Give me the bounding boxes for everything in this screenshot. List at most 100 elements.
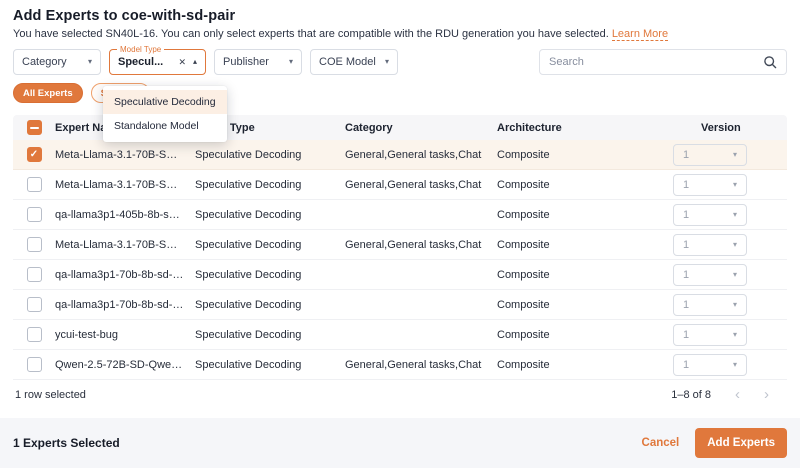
- menu-item[interactable]: Standalone Model: [103, 114, 227, 138]
- page-title: Add Experts to coe-with-sd-pair: [13, 8, 787, 24]
- row-checkbox[interactable]: ✓: [27, 297, 42, 312]
- model-type-cell: Speculative Decoding: [195, 269, 345, 281]
- subtitle: You have selected SN40L-16. You can only…: [13, 28, 787, 41]
- chevron-down-icon: ▾: [733, 211, 737, 219]
- expert-name-cell: qa-llama3p1-405b-8b-sd-tp16: [55, 209, 195, 221]
- search-box[interactable]: [539, 49, 787, 75]
- publisher-filter[interactable]: Publisher ▾: [214, 49, 302, 75]
- chevron-down-icon: ▾: [733, 151, 737, 159]
- version-select[interactable]: 1 ▾: [673, 324, 747, 346]
- next-page-button[interactable]: ›: [764, 387, 769, 402]
- category-cell: General,General tasks,Chat: [345, 239, 497, 251]
- version-value: 1: [683, 329, 689, 341]
- model-type-filter-value: Specul...: [118, 56, 163, 68]
- row-checkbox[interactable]: ✓: [27, 177, 42, 192]
- row-checkbox[interactable]: ✓: [27, 327, 42, 342]
- architecture-cell: Composite: [497, 209, 673, 221]
- category-cell: General,General tasks,Chat: [345, 359, 497, 371]
- model-type-cell: Speculative Decoding: [195, 299, 345, 311]
- version-value: 1: [683, 269, 689, 281]
- model-type-cell: Speculative Decoding: [195, 329, 345, 341]
- architecture-cell: Composite: [497, 179, 673, 191]
- coe-model-filter-label: COE Model: [319, 56, 376, 68]
- architecture-cell: Composite: [497, 269, 673, 281]
- model-type-cell: Speculative Decoding: [195, 179, 345, 191]
- version-select[interactable]: 1 ▾: [673, 264, 747, 286]
- model-type-filter[interactable]: Model Type Specul... ✕ ▴: [109, 49, 206, 75]
- chevron-down-icon: ▾: [289, 58, 293, 66]
- version-select[interactable]: 1 ▾: [673, 144, 747, 166]
- menu-item[interactable]: Speculative Decoding: [103, 90, 227, 114]
- pagination-range: 1–8 of 8: [671, 389, 711, 401]
- expert-name-cell: qa-llama3p1-70b-8b-sd-tp16: [55, 299, 195, 311]
- column-header-version: Version: [673, 122, 787, 134]
- clear-icon[interactable]: ✕: [178, 58, 186, 67]
- table-row[interactable]: ✓ Meta-Llama-3.1-70B-SD-Llama-... Specul…: [13, 140, 787, 170]
- category-filter[interactable]: Category ▾: [13, 49, 101, 75]
- expert-name-cell: Qwen-2.5-72B-SD-Qwen-2.5-0.5B: [55, 359, 195, 371]
- row-checkbox[interactable]: ✓: [27, 267, 42, 282]
- filter-bar: Category ▾ Model Type Specul... ✕ ▴ Publ…: [13, 49, 787, 75]
- row-checkbox[interactable]: ✓: [27, 237, 42, 252]
- architecture-cell: Composite: [497, 299, 673, 311]
- version-value: 1: [683, 209, 689, 221]
- version-value: 1: [683, 299, 689, 311]
- version-select[interactable]: 1 ▾: [673, 204, 747, 226]
- learn-more-link[interactable]: Learn More: [612, 28, 668, 41]
- table-row[interactable]: ✓ Meta-Llama-3.1-70B-SD-Llama-... Specul…: [13, 170, 787, 200]
- model-type-cell: Speculative Decoding: [195, 239, 345, 251]
- table-body: ✓ Meta-Llama-3.1-70B-SD-Llama-... Specul…: [13, 140, 787, 380]
- table-row[interactable]: ✓ qa-llama3p1-70b-8b-sd-tp16 Speculative…: [13, 290, 787, 320]
- expert-name-cell: Meta-Llama-3.1-70B-SD-Llama-...: [55, 179, 195, 191]
- select-all-checkbox[interactable]: [27, 120, 42, 135]
- table-row[interactable]: ✓ ycui-test-bug Speculative Decoding Com…: [13, 320, 787, 350]
- add-experts-button[interactable]: Add Experts: [695, 428, 787, 458]
- table-footer: 1 row selected 1–8 of 8 ‹ ›: [13, 380, 787, 409]
- table-row[interactable]: ✓ qa-llama3p1-70b-8b-sd-tp8 Speculative …: [13, 260, 787, 290]
- table-row[interactable]: ✓ Meta-Llama-3.1-70B-SD-Llama-... Specul…: [13, 230, 787, 260]
- coe-model-filter[interactable]: COE Model ▾: [310, 49, 398, 75]
- category-cell: General,General tasks,Chat: [345, 149, 497, 161]
- check-icon: ✓: [30, 150, 38, 160]
- row-checkbox[interactable]: ✓: [27, 207, 42, 222]
- expert-name-cell: qa-llama3p1-70b-8b-sd-tp8: [55, 269, 195, 281]
- chevron-down-icon: ▾: [385, 58, 389, 66]
- architecture-cell: Composite: [497, 359, 673, 371]
- prev-page-button[interactable]: ‹: [735, 387, 740, 402]
- chevron-down-icon: ▾: [733, 241, 737, 249]
- version-select[interactable]: 1 ▾: [673, 234, 747, 256]
- row-checkbox[interactable]: ✓: [27, 147, 42, 162]
- model-type-cell: Speculative Decoding: [195, 209, 345, 221]
- subtitle-text: You have selected SN40L-16. You can only…: [13, 28, 609, 40]
- expert-name-cell: ycui-test-bug: [55, 329, 195, 341]
- search-icon: [763, 55, 777, 69]
- version-select[interactable]: 1 ▾: [673, 174, 747, 196]
- table-row[interactable]: ✓ qa-llama3p1-405b-8b-sd-tp16 Speculativ…: [13, 200, 787, 230]
- action-bar: 1 Experts Selected Cancel Add Experts: [0, 418, 800, 468]
- tab-all-experts[interactable]: All Experts: [13, 83, 83, 103]
- experts-table: Expert Name Model Type Category Architec…: [13, 115, 787, 409]
- chevron-down-icon: ▾: [733, 331, 737, 339]
- publisher-filter-label: Publisher: [223, 56, 269, 68]
- version-select[interactable]: 1 ▾: [673, 294, 747, 316]
- model-type-cell: Speculative Decoding: [195, 359, 345, 371]
- cancel-button[interactable]: Cancel: [642, 437, 680, 449]
- table-row[interactable]: ✓ Qwen-2.5-72B-SD-Qwen-2.5-0.5B Speculat…: [13, 350, 787, 380]
- model-type-menu: Speculative DecodingStandalone Model: [103, 86, 227, 142]
- expert-name-cell: Meta-Llama-3.1-70B-SD-Llama-...: [55, 149, 195, 161]
- chevron-up-icon[interactable]: ▴: [193, 58, 197, 66]
- row-checkbox[interactable]: ✓: [27, 357, 42, 372]
- add-experts-page: Add Experts to coe-with-sd-pair You have…: [0, 8, 800, 409]
- chevron-down-icon: ▾: [733, 301, 737, 309]
- expert-name-cell: Meta-Llama-3.1-70B-SD-Llama-...: [55, 239, 195, 251]
- chevron-down-icon: ▾: [733, 361, 737, 369]
- selected-summary: 1 Experts Selected: [13, 436, 120, 450]
- version-select[interactable]: 1 ▾: [673, 354, 747, 376]
- search-input[interactable]: [549, 56, 763, 68]
- chevron-down-icon: ▾: [733, 271, 737, 279]
- architecture-cell: Composite: [497, 149, 673, 161]
- chevron-down-icon: ▾: [733, 181, 737, 189]
- version-value: 1: [683, 149, 689, 161]
- architecture-cell: Composite: [497, 239, 673, 251]
- column-header-category: Category: [345, 122, 497, 134]
